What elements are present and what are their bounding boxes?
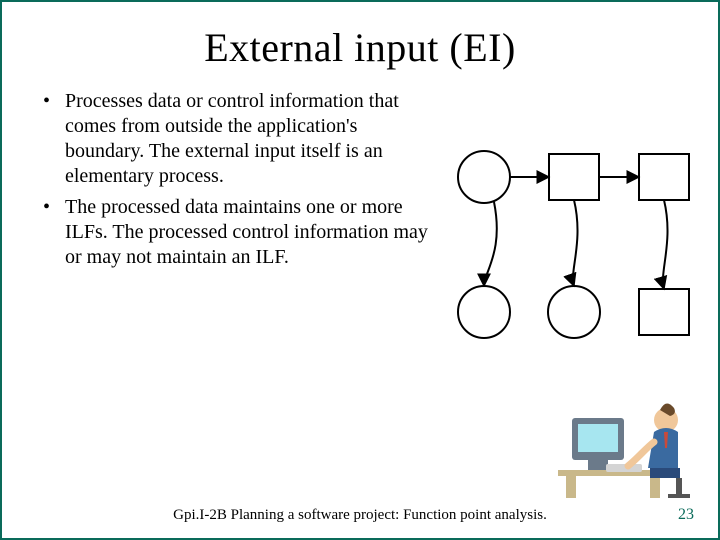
footer-text: Gpi.I-2B Planning a software project: Fu… (2, 507, 718, 524)
bullet-list: Processes data or control information th… (37, 89, 437, 276)
bullet-item: The processed data maintains one or more… (37, 195, 437, 270)
bullet-item: Processes data or control information th… (37, 89, 437, 189)
slide-title: External input (EI) (2, 24, 718, 71)
person-at-computer-icon (558, 390, 698, 500)
flow-diagram (444, 142, 704, 372)
page-number: 23 (678, 506, 694, 524)
